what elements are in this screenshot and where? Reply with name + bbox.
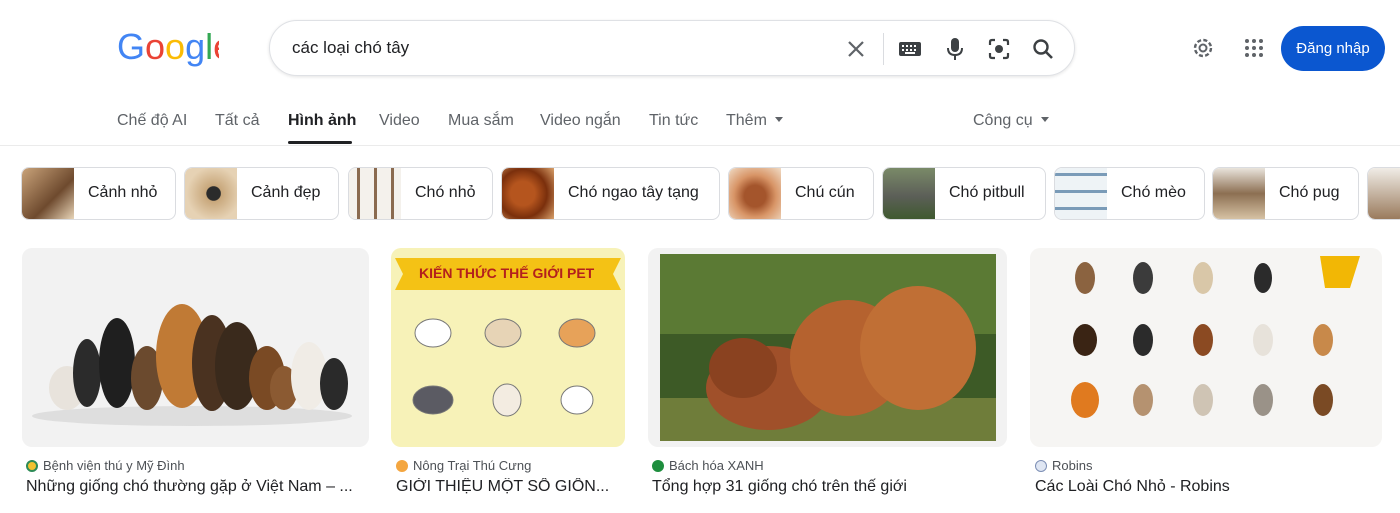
result-source[interactable]: Nông Trại Thú Cưng [396, 458, 531, 473]
chip-thumbnail [349, 168, 401, 219]
result-source[interactable]: Bệnh viện thú y Mỹ Đình [26, 458, 185, 473]
result-source[interactable]: Robins [1035, 458, 1092, 473]
result-image[interactable] [1030, 248, 1382, 447]
result-source[interactable]: Bách hóa XANH [652, 458, 764, 473]
chip-thumbnail [502, 168, 554, 219]
mastiff-photo [660, 254, 996, 441]
google-logo[interactable]: Google [117, 27, 219, 67]
tab-ai-mode[interactable]: Chế độ AI [117, 112, 187, 130]
gear-icon[interactable] [1189, 34, 1217, 62]
favicon-icon [396, 459, 408, 472]
result-title[interactable]: GIỚI THIỆU MỘT SỐ GIỐN... [396, 478, 621, 496]
mic-icon[interactable] [941, 35, 969, 63]
active-tab-indicator [288, 141, 352, 144]
source-name: Bách hóa XANH [669, 458, 764, 473]
chip-cho-ngao-tay-tang[interactable]: Chó ngao tây tạng [501, 167, 720, 220]
source-name: Bệnh viện thú y Mỹ Đình [43, 458, 185, 473]
favicon-icon [26, 459, 38, 472]
result-image[interactable] [648, 248, 1007, 447]
tab-all[interactable]: Tất cả [215, 112, 259, 130]
chip-partial[interactable] [1367, 167, 1400, 220]
chip-cho-meo[interactable]: Chó mèo [1054, 167, 1205, 220]
chip-label: Chó ngao tây tạng [568, 184, 699, 201]
lens-icon[interactable] [985, 35, 1013, 63]
tab-shopping[interactable]: Mua sắm [448, 112, 514, 130]
chip-thumbnail [883, 168, 935, 219]
search-icon[interactable] [1029, 35, 1057, 63]
tools-label: Công cụ [973, 112, 1033, 129]
result-image[interactable] [22, 248, 369, 447]
tools-button[interactable]: Công cụ [973, 112, 1049, 130]
search-tabs: Chế độ AI Tất cả Hình ảnh Video Mua sắm … [0, 100, 1400, 146]
tab-more-label: Thêm [726, 112, 767, 129]
chip-thumbnail [1368, 168, 1400, 219]
chip-label: Chó mèo [1121, 184, 1186, 201]
favicon-icon [652, 459, 664, 472]
chip-thumbnail [1055, 168, 1107, 219]
chip-canh-dep[interactable]: Cảnh đẹp [184, 167, 339, 220]
chip-label: Cảnh nhỏ [88, 184, 158, 201]
caret-down-icon [1040, 117, 1049, 122]
chip-chu-cun[interactable]: Chú cún [728, 167, 874, 220]
chip-thumbnail [22, 168, 74, 219]
chip-thumbnail [185, 168, 237, 219]
favicon-icon [1035, 459, 1047, 472]
result-title[interactable]: Những giống chó thường gặp ở Việt Nam – … [26, 478, 362, 496]
source-name: Nông Trại Thú Cưng [413, 458, 532, 473]
result-image[interactable]: KIẾN THỨC THẾ GIỚI PET [391, 248, 625, 447]
svg-text:Google: Google [117, 27, 219, 67]
chip-thumbnail [729, 168, 781, 219]
chip-label: Chó nhỏ [415, 184, 476, 201]
chip-thumbnail [1213, 168, 1265, 219]
tab-images[interactable]: Hình ảnh [288, 112, 356, 130]
chip-label: Chó pug [1279, 184, 1340, 201]
signin-button[interactable]: Đăng nhập [1281, 26, 1385, 71]
chip-cho-pug[interactable]: Chó pug [1212, 167, 1359, 220]
tab-video[interactable]: Video [379, 112, 420, 130]
result-title[interactable]: Các Loài Chó Nhỏ - Robins [1035, 478, 1380, 496]
chip-canh-nho[interactable]: Cảnh nhỏ [21, 167, 176, 220]
search-divider [883, 33, 884, 65]
keyboard-icon[interactable] [896, 35, 924, 63]
clear-icon[interactable] [842, 35, 870, 63]
dogs-group-photo [22, 248, 369, 447]
search-box[interactable]: các loại chó tây [269, 20, 1075, 76]
small-dogs-chart [1030, 248, 1382, 447]
chip-label: Chú cún [795, 184, 855, 201]
tab-short-videos[interactable]: Video ngắn [540, 112, 621, 130]
result-title[interactable]: Tổng hợp 31 giống chó trên thế giới [652, 478, 1007, 496]
tab-more[interactable]: Thêm [726, 112, 783, 130]
infographic-banner: KIẾN THỨC THẾ GIỚI PET [419, 265, 595, 281]
search-input[interactable]: các loại chó tây [292, 38, 409, 58]
chip-cho-pitbull[interactable]: Chó pitbull [882, 167, 1046, 220]
caret-down-icon [774, 117, 783, 122]
tab-news[interactable]: Tin tức [649, 112, 698, 130]
source-name: Robins [1052, 458, 1093, 473]
chip-label: Chó pitbull [949, 184, 1025, 201]
apps-grid-icon[interactable] [1240, 34, 1268, 62]
chip-cho-nho[interactable]: Chó nhỏ [348, 167, 493, 220]
chip-label: Cảnh đẹp [251, 184, 321, 201]
